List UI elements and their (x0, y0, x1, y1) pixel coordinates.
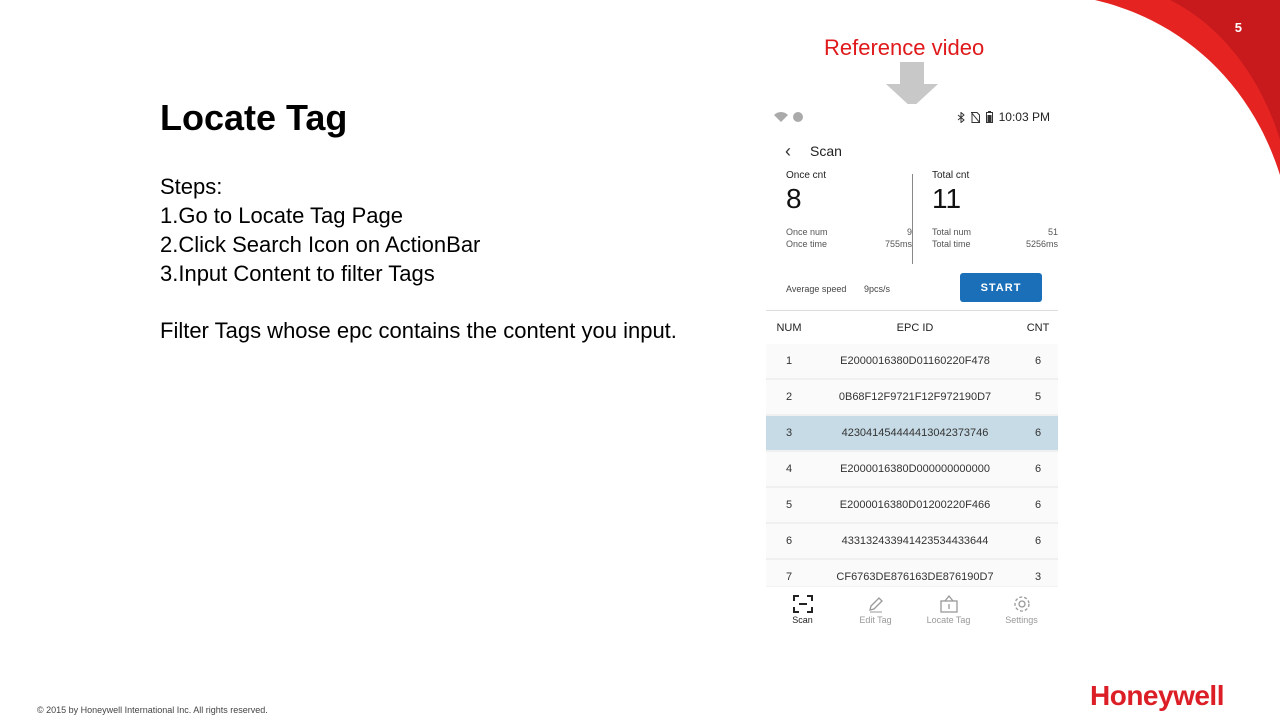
nav-locate-tag-label: Locate Tag (926, 614, 971, 625)
table-header: NUM EPC ID CNT (766, 310, 1058, 344)
row-num: 7 (785, 571, 793, 583)
row-num: 6 (785, 535, 793, 547)
status-time: 10:03 PM (998, 110, 1050, 124)
nav-edit-tag-label: Edit Tag (859, 614, 892, 625)
status-bar: 10:03 PM (766, 104, 1058, 132)
table-row[interactable]: 4 E2000016380D000000000000 6 (766, 452, 1058, 488)
epc-column-header: EPC ID (896, 321, 934, 334)
copyright-footer: © 2015 by Honeywell International Inc. A… (37, 705, 268, 715)
wifi-icon (774, 112, 788, 122)
scan-stats: Once cnt 8 Once num 9 Once time 755ms Tota… (766, 170, 1058, 266)
once-cnt-label: Once cnt (786, 170, 827, 181)
filter-note: Filter Tags whose epc contains the conte… (160, 318, 677, 343)
row-num: 3 (785, 427, 793, 439)
stat-divider (912, 174, 913, 264)
row-cnt: 6 (1034, 355, 1042, 367)
phone-screenshot: 10:03 PM ‹ Scan Once cnt 8 Once num 9 Onc… (766, 104, 1058, 632)
row-epc: E2000016380D01160220F478 (840, 355, 990, 367)
down-arrow-icon (886, 62, 938, 108)
row-epc: 423041454444413042373746 (841, 427, 989, 439)
battery-icon (985, 111, 993, 123)
table-row[interactable]: 5 E2000016380D01200220F466 6 (766, 488, 1058, 524)
reference-video-label: Reference video (824, 35, 985, 60)
nav-settings[interactable]: Settings (985, 587, 1058, 632)
once-cnt-value: 8 (786, 183, 802, 214)
row-epc: CF6763DE876163DE876190D7 (836, 571, 994, 583)
average-speed-label: Average speed (786, 284, 847, 294)
slide-title: Locate Tag (160, 97, 348, 138)
row-epc: 433132433941423534433644 (841, 535, 989, 547)
row-num: 2 (785, 391, 793, 403)
nav-edit-tag[interactable]: Edit Tag (839, 587, 912, 632)
row-cnt: 6 (1034, 427, 1042, 439)
row-num: 5 (785, 499, 793, 511)
pencil-icon (868, 596, 883, 612)
total-time-label: Total time (932, 239, 971, 249)
num-column-header: NUM (776, 321, 802, 334)
table-row[interactable]: 7 CF6763DE876163DE876190D7 3 (766, 560, 1058, 586)
row-cnt: 5 (1034, 391, 1042, 403)
row-num: 4 (785, 463, 793, 475)
row-cnt: 6 (1034, 463, 1042, 475)
once-stats: Once cnt 8 Once num 9 Once time 755ms (786, 170, 912, 249)
bluetooth-icon (957, 111, 965, 123)
total-num-value: 51 (1047, 227, 1058, 237)
locate-icon (939, 594, 958, 613)
table-row[interactable]: 2 0B68F12F9721F12F972190D7 5 (766, 380, 1058, 416)
honeywell-logo: Honeywell (1090, 680, 1224, 711)
dot-icon (793, 112, 803, 122)
total-cnt-label: Total cnt (932, 170, 970, 181)
nav-settings-label: Settings (1005, 614, 1038, 625)
average-speed-value: 9pcs/s (864, 284, 891, 294)
nav-scan-label: Scan (792, 614, 813, 625)
nav-scan[interactable]: Scan (766, 587, 839, 632)
slide-body: Steps: 1.Go to Locate Tag Page 2.Click S… (160, 172, 700, 345)
action-bar: ‹ Scan (766, 136, 1058, 166)
row-epc: E2000016380D01200220F466 (839, 499, 991, 511)
bottom-navigation: Scan Edit Tag Locate Tag Settings (766, 586, 1058, 632)
step-item: 1.Go to Locate Tag Page (160, 203, 403, 228)
once-num-label: Once num (786, 227, 828, 237)
back-icon[interactable]: ‹ (766, 141, 810, 162)
total-cnt-value: 11 (932, 183, 962, 214)
nav-locate-tag[interactable]: Locate Tag (912, 587, 985, 632)
cnt-column-header: CNT (1026, 321, 1050, 334)
table-row-selected[interactable]: 3 423041454444413042373746 6 (766, 416, 1058, 452)
row-num: 1 (785, 355, 793, 367)
row-cnt: 6 (1034, 499, 1042, 511)
row-cnt: 3 (1034, 571, 1042, 583)
gear-icon (1013, 595, 1030, 612)
start-button[interactable]: START (960, 273, 1042, 302)
total-stats: Total cnt 11 Total num 51 Total time 5256m… (932, 170, 1058, 249)
row-cnt: 6 (1034, 535, 1042, 547)
table-row[interactable]: 6 433132433941423534433644 6 (766, 524, 1058, 560)
row-epc: E2000016380D000000000000 (840, 463, 990, 475)
appbar-title: Scan (810, 143, 842, 159)
speed-row: Average speed 9pcs/s START (786, 273, 1042, 304)
tag-list[interactable]: 1 E2000016380D01160220F478 6 2 0B68F12F9… (766, 344, 1058, 586)
table-row[interactable]: 1 E2000016380D01160220F478 6 (766, 344, 1058, 380)
page-number: 5 (1234, 20, 1242, 35)
scan-icon (792, 594, 813, 613)
once-time-label: Once time (786, 239, 828, 249)
step-item: 2.Click Search Icon on ActionBar (160, 232, 481, 257)
row-epc: 0B68F12F9721F12F972190D7 (838, 391, 992, 403)
total-num-label: Total num (932, 227, 972, 237)
no-sim-icon (970, 111, 980, 123)
once-time-value: 755ms (884, 239, 912, 249)
steps-heading: Steps: (160, 174, 223, 199)
step-item: 3.Input Content to filter Tags (160, 261, 435, 286)
total-time-value: 5256ms (1025, 239, 1058, 249)
